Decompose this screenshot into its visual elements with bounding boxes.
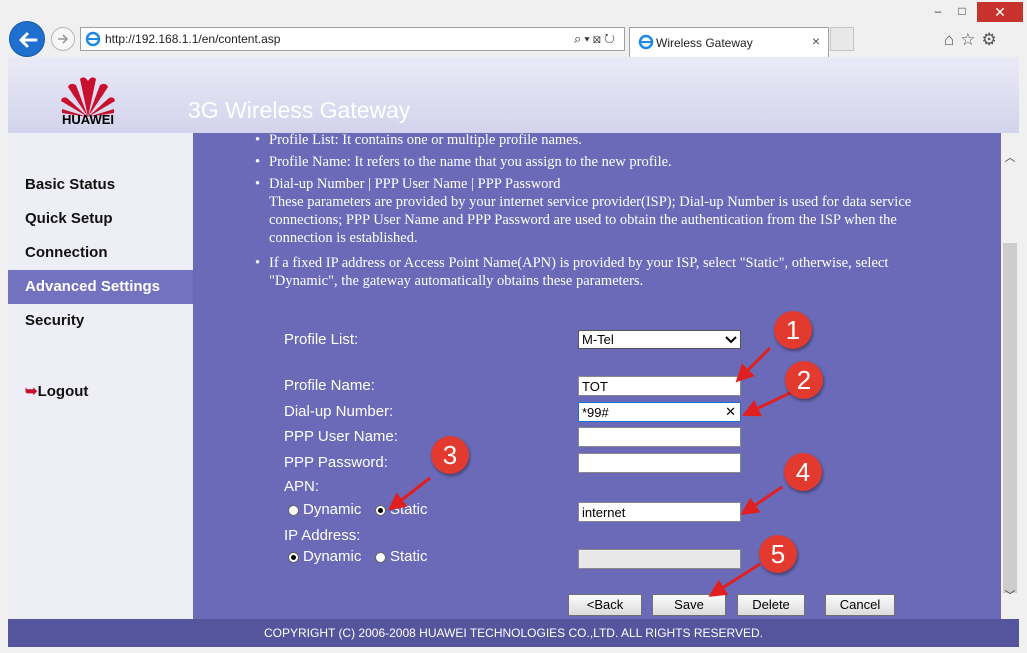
callout-4: 4 bbox=[784, 453, 822, 491]
arrow-1 bbox=[735, 346, 772, 383]
arrow-2 bbox=[741, 390, 793, 417]
callout-3: 3 bbox=[431, 436, 469, 474]
callout-5: 5 bbox=[759, 535, 797, 573]
callout-1: 1 bbox=[774, 311, 812, 349]
arrow-3 bbox=[387, 476, 431, 511]
annotation-arrows bbox=[387, 346, 793, 597]
callout-2: 2 bbox=[785, 361, 823, 399]
arrow-5 bbox=[708, 562, 761, 597]
arrow-4 bbox=[740, 485, 783, 516]
